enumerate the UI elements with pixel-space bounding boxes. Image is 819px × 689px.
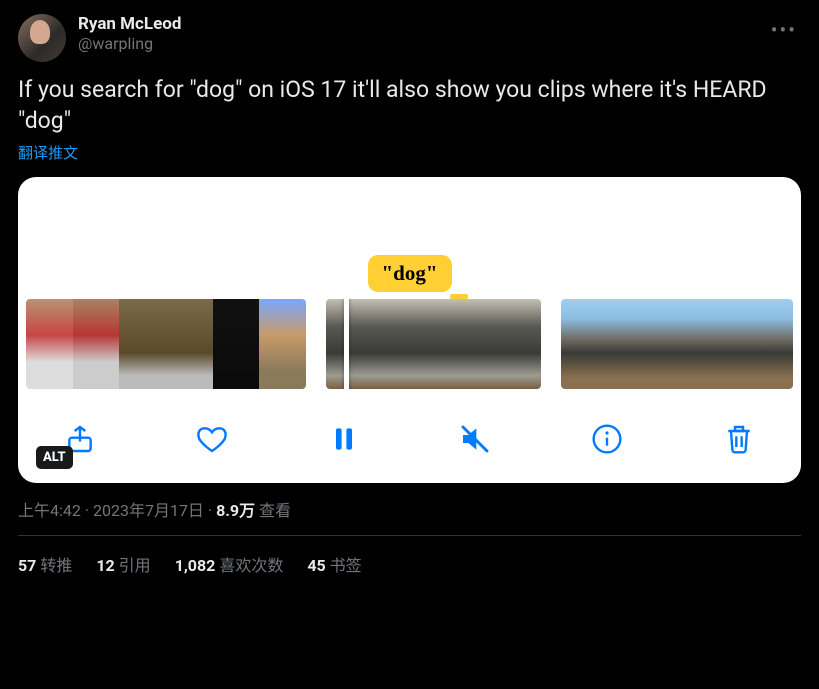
meta-dot: · <box>81 501 93 520</box>
clip-thumbnail <box>561 299 600 389</box>
user-handle[interactable]: @warpling <box>78 34 755 53</box>
more-icon[interactable]: ••• <box>767 14 801 46</box>
clip-thumbnail <box>213 299 260 389</box>
clip-thumbnail <box>487 299 541 389</box>
clip-thumbnail <box>716 299 755 389</box>
tweet-stats: 57 转推 12 引用 1,082 喜欢次数 45 书签 <box>18 552 801 576</box>
clip-thumbnail <box>73 299 120 389</box>
quotes-stat[interactable]: 12 引用 <box>96 552 150 576</box>
clip-group-1[interactable] <box>26 299 306 389</box>
tweet-text: If you search for "dog" on iOS 17 it'll … <box>18 74 801 136</box>
views-label: 查看 <box>255 501 291 520</box>
clip-group-3[interactable] <box>561 299 793 389</box>
mute-icon <box>459 423 491 455</box>
likes-stat[interactable]: 1,082 喜欢次数 <box>175 552 284 576</box>
pause-button[interactable] <box>322 417 366 461</box>
meta-dot: · <box>204 501 216 520</box>
tweet-header: Ryan McLeod @warpling ••• <box>18 14 801 62</box>
clip-thumbnail <box>259 299 306 389</box>
display-name[interactable]: Ryan McLeod <box>78 14 755 34</box>
info-icon <box>591 423 623 455</box>
clip-thumbnail <box>600 299 639 389</box>
media-controls <box>18 405 801 483</box>
avatar[interactable] <box>18 14 66 62</box>
clip-thumbnail <box>677 299 716 389</box>
tweet-container: Ryan McLeod @warpling ••• If you search … <box>0 0 819 590</box>
mute-button[interactable] <box>453 417 497 461</box>
playhead[interactable] <box>344 299 349 389</box>
retweets-stat[interactable]: 57 转推 <box>18 552 72 576</box>
like-button[interactable] <box>190 417 234 461</box>
clip-thumbnail <box>26 299 73 389</box>
info-button[interactable] <box>585 417 629 461</box>
clip-thumbnail <box>119 299 166 389</box>
views-count[interactable]: 8.9万 <box>216 501 255 520</box>
tweet-date[interactable]: 2023年7月17日 <box>93 501 204 520</box>
clip-thumbnail <box>754 299 793 389</box>
clip-group-2[interactable] <box>326 299 541 389</box>
translate-link[interactable]: 翻译推文 <box>18 142 78 163</box>
tweet-time[interactable]: 上午4:42 <box>18 501 81 520</box>
delete-button[interactable] <box>717 417 761 461</box>
clip-thumbnail <box>166 299 213 389</box>
bookmarks-stat[interactable]: 45 书签 <box>307 552 361 576</box>
search-highlight-label: "dog" <box>368 255 452 292</box>
media-card[interactable]: "dog" <box>18 177 801 483</box>
trash-icon <box>723 423 755 455</box>
pause-icon <box>328 423 360 455</box>
tweet-meta: 上午4:42 · 2023年7月17日 · 8.9万 查看 <box>18 497 801 536</box>
clip-thumbnail <box>326 299 380 389</box>
user-block: Ryan McLeod @warpling <box>78 14 755 53</box>
clip-thumbnail <box>434 299 488 389</box>
clip-thumbnail <box>380 299 434 389</box>
heart-icon <box>196 423 228 455</box>
alt-badge[interactable]: ALT <box>36 446 73 469</box>
clip-thumbnail <box>638 299 677 389</box>
video-timeline[interactable] <box>18 299 801 389</box>
